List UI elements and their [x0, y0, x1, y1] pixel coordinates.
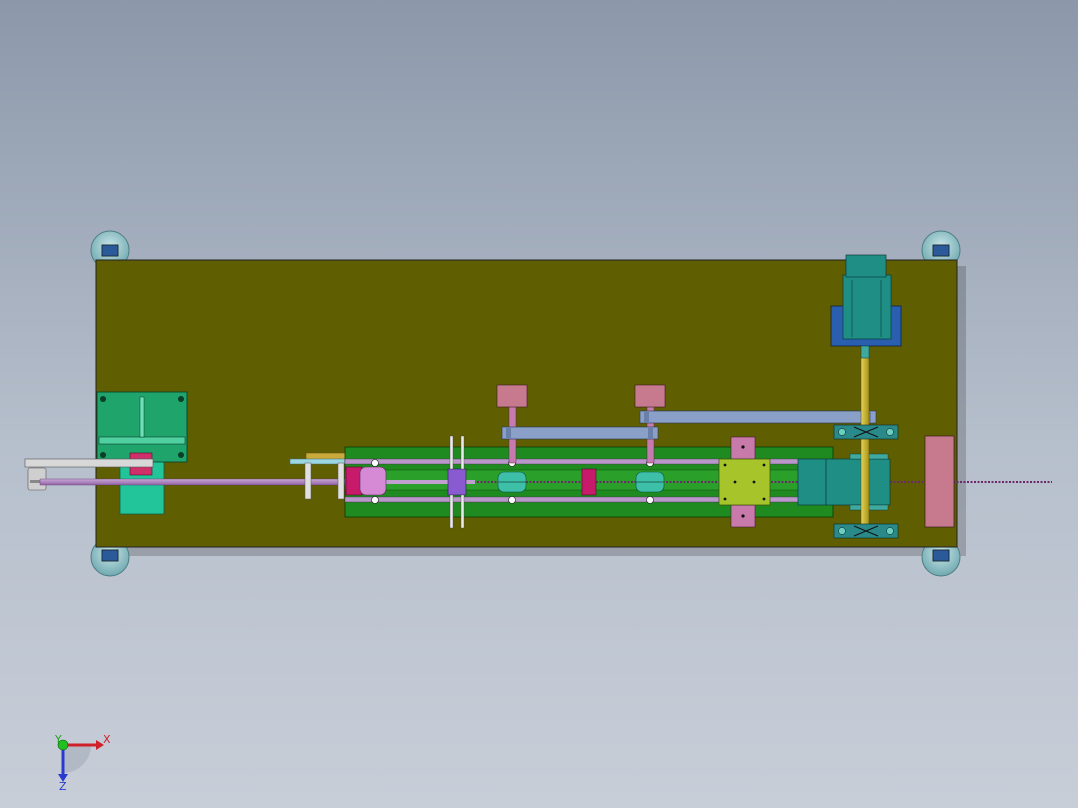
vertical-lead-screw[interactable]	[860, 356, 870, 535]
triad-y-label: Y	[54, 733, 62, 746]
lead-screw-bearing-bottom[interactable]	[833, 523, 899, 539]
triad-z-label: Z	[59, 780, 67, 793]
axis-triad: X Y Z	[54, 733, 111, 793]
triad-x-label: X	[103, 733, 111, 746]
right-gearbox[interactable]	[797, 453, 891, 511]
slate-crossbar-upper[interactable]	[639, 410, 877, 424]
cad-viewport[interactable]: X Y Z	[0, 0, 1078, 808]
main-drive-shaft[interactable]	[39, 478, 361, 486]
slate-crossbar-lower[interactable]	[501, 426, 659, 440]
magenta-stop-block[interactable]	[581, 468, 597, 496]
right-end-block[interactable]	[924, 435, 955, 528]
lead-screw-bearing-top[interactable]	[833, 424, 899, 440]
